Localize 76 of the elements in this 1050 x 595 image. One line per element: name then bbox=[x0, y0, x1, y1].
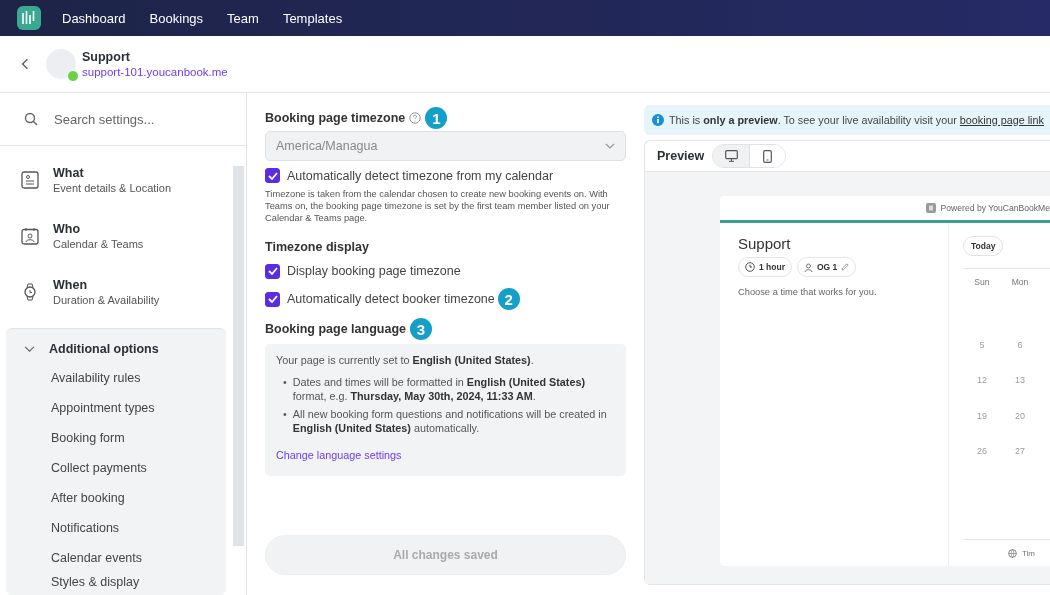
page-title: Support bbox=[82, 50, 131, 64]
sidebar-item[interactable]: After booking bbox=[6, 483, 226, 513]
sidebar-item[interactable]: Availability rules bbox=[6, 363, 226, 393]
search-icon bbox=[24, 112, 38, 126]
monitor-icon bbox=[724, 150, 738, 162]
calendar-date: 13 bbox=[1015, 375, 1025, 386]
language-info-text: Your page is currently set to English (United States). bbox=[276, 353, 535, 367]
calendar-date: 27 bbox=[1015, 446, 1025, 457]
booking-page-link[interactable]: booking page link bbox=[959, 114, 1044, 126]
desktop-view-button[interactable] bbox=[713, 145, 750, 167]
nav-link[interactable]: Team bbox=[227, 10, 259, 26]
info-icon bbox=[652, 114, 664, 126]
calendar-person-icon bbox=[21, 227, 39, 245]
help-icon[interactable] bbox=[409, 112, 422, 124]
nav-link[interactable]: Templates bbox=[282, 10, 343, 26]
checkbox-label: Automatically detect booker timezone bbox=[287, 292, 495, 306]
booking-page-link[interactable]: support-101.youcanbook.me bbox=[82, 66, 228, 78]
sidebar-item[interactable]: Styles & display bbox=[6, 573, 226, 591]
step-number-marker: 2 bbox=[497, 288, 520, 310]
checkbox[interactable] bbox=[265, 263, 280, 279]
section-heading: Timezone display bbox=[265, 240, 370, 254]
calendar-date: 20 bbox=[1015, 410, 1025, 421]
section-subtitle: Event details & Location bbox=[53, 182, 172, 194]
section-subtitle: Calendar & Teams bbox=[53, 238, 144, 250]
bullet-mark: • bbox=[283, 407, 287, 422]
field-label: Booking page timezone bbox=[265, 111, 406, 125]
back-chevron-icon[interactable] bbox=[21, 58, 29, 70]
phone-icon bbox=[763, 149, 773, 163]
field-label: Booking page language bbox=[265, 322, 406, 336]
calendar-date: 5 bbox=[979, 339, 985, 350]
calendar-date: 26 bbox=[977, 446, 987, 457]
step-number-marker: 3 bbox=[410, 318, 432, 340]
mobile-view-button[interactable] bbox=[749, 145, 786, 167]
weekday-label: Sun bbox=[973, 277, 991, 289]
weekday-label: Mon bbox=[1010, 277, 1030, 289]
powered-by-text: Powered by YouCanBookMe bbox=[940, 203, 1050, 213]
section-title[interactable]: What bbox=[53, 166, 172, 180]
checkbox-label: Automatically detect timezone from my calendar bbox=[287, 168, 554, 183]
pencil-icon bbox=[841, 263, 850, 271]
clock-icon bbox=[745, 262, 755, 272]
sidebar-item[interactable]: Notifications bbox=[6, 513, 226, 543]
change-language-link[interactable]: Change language settings bbox=[276, 448, 402, 462]
calendar-date: 19 bbox=[977, 410, 987, 421]
watch-icon bbox=[21, 283, 39, 301]
sidebar-item[interactable]: Collect payments bbox=[6, 453, 226, 483]
calendar-date: 6 bbox=[1017, 339, 1023, 350]
event-title: Support bbox=[738, 235, 792, 252]
person-icon bbox=[804, 262, 813, 272]
bullet-mark: • bbox=[283, 375, 287, 390]
nav-link[interactable]: Dashboard bbox=[62, 10, 126, 26]
chevron-icon[interactable] bbox=[24, 345, 35, 353]
id-card-icon bbox=[21, 171, 39, 189]
today-button[interactable]: Today bbox=[963, 236, 1004, 256]
chevron-icon bbox=[605, 143, 615, 149]
globe-icon bbox=[1008, 548, 1017, 558]
step-number-marker: 1 bbox=[425, 107, 448, 129]
nav-link[interactable]: Bookings bbox=[149, 10, 204, 26]
language-info-bullet: All new booking form questions and notifications will be created in English (United States) automatically. bbox=[292, 407, 608, 435]
logo-icon[interactable] bbox=[17, 6, 41, 30]
timezone-label: Tim bbox=[1022, 548, 1036, 558]
help-text: Timezone is taken from the calendar chosen to create new booking events on. With Teams on, the booking page timezone is set by the first team member listed on your Calendar & Teams page. bbox=[265, 188, 611, 224]
section-title[interactable]: Who bbox=[53, 222, 144, 236]
section-subtitle: Duration & Availability bbox=[53, 294, 160, 306]
calendar-date: 12 bbox=[977, 375, 987, 386]
event-description: Choose a time that works for you. bbox=[738, 287, 878, 297]
sidebar-item[interactable]: Calendar events bbox=[6, 543, 226, 573]
language-info-bullet: Dates and times will be formatted in English (United States) format, e.g. Thursday, May 30th, 2024, 11:33 AM. bbox=[292, 375, 586, 403]
logo-icon bbox=[925, 203, 936, 213]
sidebar-item[interactable]: Booking form bbox=[6, 423, 226, 453]
checkbox-label: Display booking page timezone bbox=[287, 264, 461, 278]
checkbox[interactable] bbox=[265, 291, 280, 307]
section-title[interactable]: When bbox=[53, 278, 160, 292]
preview-title: Preview bbox=[657, 149, 705, 163]
notice-text: This is only a preview. To see your live availability visit your bbox=[669, 114, 957, 126]
sidebar-item[interactable]: Appointment types bbox=[6, 393, 226, 423]
section-title[interactable]: Additional options bbox=[49, 342, 159, 356]
